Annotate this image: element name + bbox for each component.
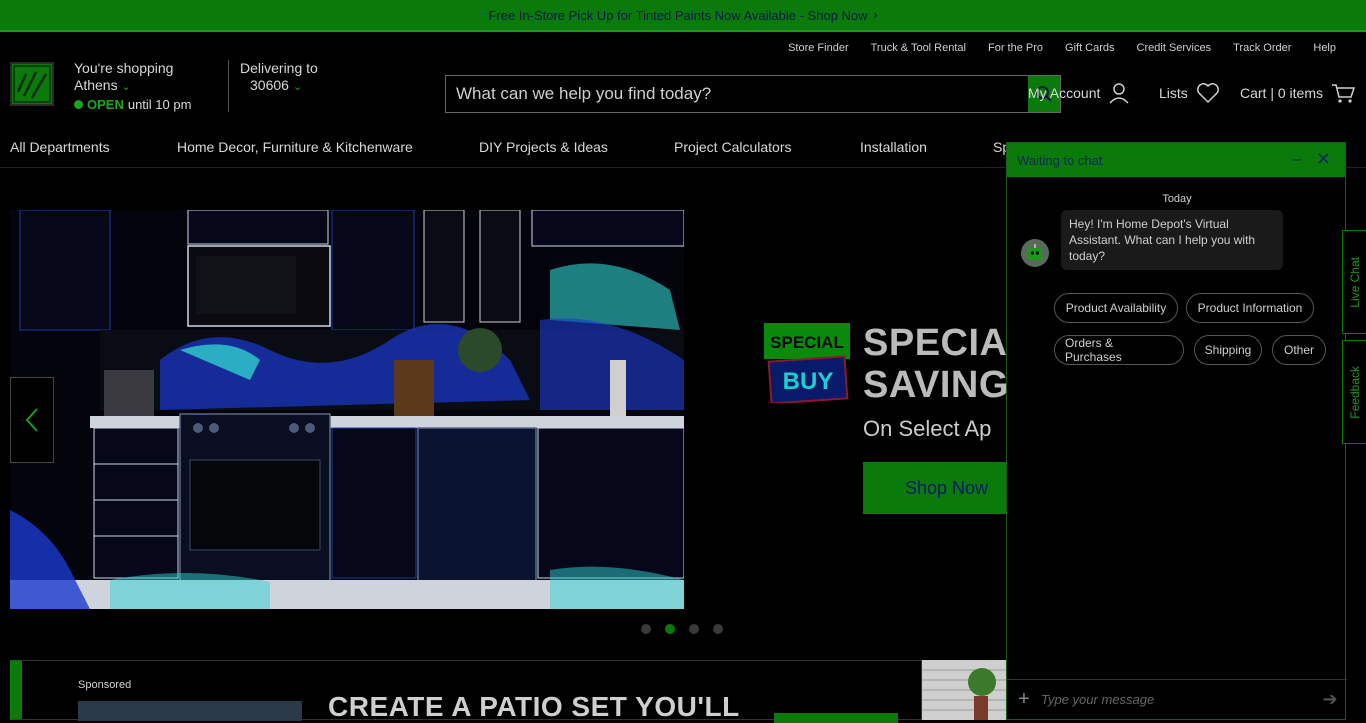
heart-icon (1196, 83, 1219, 104)
delivery-zip-row: 30606 ⌄ (240, 77, 318, 96)
sponsored-banner[interactable]: Sponsored CREATE A PATIO SET YOU'LL (10, 660, 922, 723)
my-account-label: My Account (1028, 85, 1101, 101)
chat-title: Waiting to chat (1017, 152, 1103, 168)
assistant-message: Hey! I'm Home Depot's Virtual Assistant.… (1061, 210, 1283, 270)
special-buy-badge: SPECIAL BUY (764, 323, 852, 405)
send-arrow-icon[interactable]: ➔ (1313, 689, 1347, 710)
search-bar[interactable]: What can we help you find today? (445, 75, 1061, 113)
store-name-row: Athens ⌄ (74, 77, 191, 96)
sponsored-patio-image[interactable] (922, 660, 1008, 720)
sponsored-headline: CREATE A PATIO SET YOU'LL (328, 691, 740, 722)
store-hours-row: OPEN until 10 pm (74, 96, 191, 113)
lists-button[interactable]: Lists (1159, 82, 1220, 104)
hero-kitchen-image[interactable] (10, 210, 684, 609)
chevron-down-icon: ⌄ (121, 81, 131, 93)
chevron-down-icon: ⌄ (292, 81, 303, 93)
nav-home-decor[interactable]: Home Decor, Furniture & Kitchenware (177, 139, 413, 155)
chat-option-product-availability[interactable]: Product Availability (1054, 293, 1178, 323)
sponsored-cta-button[interactable] (774, 713, 898, 723)
chat-message-input[interactable]: Type your message (1041, 692, 1313, 707)
chat-option-orders-purchases[interactable]: Orders & Purchases (1054, 335, 1184, 365)
nav-installation[interactable]: Installation (860, 139, 927, 155)
promo-banner: Free In-Store Pick Up for Tinted Paints … (0, 0, 1366, 32)
cart-label: Cart | 0 items (1240, 85, 1323, 101)
promo-link[interactable]: Free In-Store Pick Up for Tinted Paints … (488, 8, 877, 23)
utility-nav: Store Finder Truck & Tool Rental For the… (766, 42, 1336, 54)
search-input[interactable]: What can we help you find today? (446, 84, 1060, 104)
carousel-dot[interactable] (689, 624, 699, 634)
carousel-dot[interactable] (641, 624, 651, 634)
store-selector[interactable]: You're shopping Athens ⌄ OPEN until 10 p… (74, 60, 191, 113)
chat-option-product-information[interactable]: Product Information (1186, 293, 1314, 323)
chat-option-other[interactable]: Other (1272, 335, 1326, 365)
open-status-dot-icon (74, 100, 83, 109)
special-buy-badge-graphic: SPECIAL BUY (764, 323, 850, 405)
nav-diy-projects[interactable]: DIY Projects & Ideas (479, 139, 608, 155)
util-truck-tool-rental[interactable]: Truck & Tool Rental (871, 42, 966, 54)
robot-icon (1028, 244, 1042, 260)
util-credit-services[interactable]: Credit Services (1137, 42, 1212, 54)
carousel-dot-active[interactable] (665, 624, 675, 634)
carousel-prev-button[interactable] (10, 377, 54, 463)
store-hours: until 10 pm (127, 97, 192, 112)
badge-top-text: SPECIAL (770, 333, 844, 352)
store-name: Athens (74, 77, 118, 93)
badge-bottom-text: BUY (783, 368, 834, 395)
kitchen-illustration (10, 210, 684, 609)
nav-project-calculators[interactable]: Project Calculators (674, 139, 792, 155)
open-status: OPEN (87, 97, 124, 112)
feedback-tab[interactable]: Feedback (1342, 340, 1366, 444)
chevron-right-icon: › (873, 8, 878, 22)
sponsored-label: Sponsored (78, 679, 132, 691)
chat-header: Waiting to chat – ✕ (1007, 143, 1345, 177)
attach-plus-icon[interactable]: + (1007, 688, 1041, 711)
assistant-avatar (1021, 239, 1049, 267)
home-depot-logo[interactable] (10, 62, 54, 106)
hero-subtitle: On Select Ap (863, 416, 992, 441)
util-for-the-pro[interactable]: For the Pro (988, 42, 1043, 54)
lists-label: Lists (1159, 85, 1188, 101)
chat-option-shipping[interactable]: Shipping (1194, 335, 1262, 365)
util-store-finder[interactable]: Store Finder (788, 42, 849, 54)
live-chat-tab[interactable]: Live Chat (1342, 230, 1366, 334)
chat-input-bar: + Type your message ➔ (1007, 679, 1347, 719)
carousel-dots (641, 624, 723, 634)
delivery-zip-selector[interactable]: Delivering to 30606 ⌄ (240, 60, 318, 96)
nav-all-departments[interactable]: All Departments (10, 139, 110, 155)
feedback-tab-label: Feedback (1347, 365, 1362, 419)
patio-photo (922, 660, 1008, 720)
carousel-dot[interactable] (713, 624, 723, 634)
delivery-label: Delivering to (240, 60, 318, 76)
header-divider (228, 60, 229, 112)
live-chat-tab-label: Live Chat (1347, 256, 1362, 308)
chevron-left-icon (25, 408, 38, 432)
chat-date-label: Today (1162, 193, 1192, 205)
close-icon[interactable]: ✕ (1316, 149, 1331, 170)
util-help[interactable]: Help (1313, 42, 1336, 54)
user-icon (1109, 83, 1129, 104)
promo-text: Free In-Store Pick Up for Tinted Paints … (488, 7, 868, 23)
store-line1: You're shopping (74, 60, 174, 76)
util-gift-cards[interactable]: Gift Cards (1065, 42, 1115, 54)
logo-mark-icon (13, 65, 51, 103)
chat-widget: Waiting to chat – ✕ Today Hey! I'm Home … (1006, 142, 1347, 720)
minimize-icon[interactable]: – (1292, 151, 1301, 169)
util-track-order[interactable]: Track Order (1233, 42, 1291, 54)
cart-button[interactable]: Cart | 0 items (1240, 82, 1355, 104)
delivery-zip: 30606 (250, 77, 289, 93)
cart-icon (1332, 84, 1355, 103)
sponsored-thumbnail (78, 701, 302, 721)
my-account-button[interactable]: My Account (1028, 82, 1130, 104)
